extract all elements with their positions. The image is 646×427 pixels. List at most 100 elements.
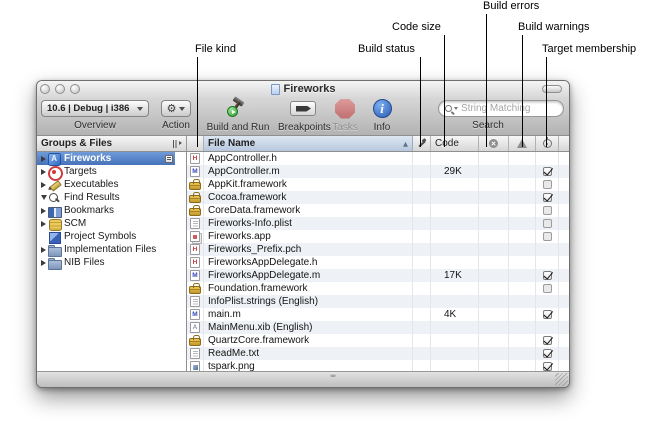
file-kind-cell (187, 165, 204, 178)
sidebar-item[interactable]: Find Results (37, 191, 186, 204)
build-status-column-header[interactable] (413, 136, 431, 151)
table-row[interactable]: main.m 4K (187, 308, 569, 321)
table-row[interactable]: AppKit.framework (187, 178, 569, 191)
sidebar-item-label: Fireworks (64, 153, 111, 164)
xib-file-icon (190, 322, 200, 333)
callout-line-file-kind (197, 57, 198, 147)
table-row[interactable]: InfoPlist.strings (English) (187, 295, 569, 308)
target-checkbox[interactable] (543, 310, 552, 319)
file-kind-column-header[interactable] (187, 136, 204, 151)
sidebar-item[interactable]: Implementation Files (37, 243, 186, 256)
search-input[interactable] (461, 103, 556, 114)
target-checkbox[interactable] (543, 362, 552, 371)
disclosure-triangle-icon[interactable] (39, 169, 48, 175)
build-warnings-cell (509, 204, 536, 217)
target-checkbox[interactable] (543, 180, 552, 189)
plist-file-icon (190, 296, 200, 307)
build-status-cell (413, 204, 431, 217)
column-splitter-icon[interactable] (172, 139, 182, 148)
file-name-cell: tspark.png (204, 360, 413, 371)
table-row[interactable]: tspark.png (187, 360, 569, 371)
target-checkbox[interactable] (543, 219, 552, 228)
build-and-run-button[interactable]: Build and Run (203, 98, 273, 133)
sidebar-item[interactable]: Project Symbols (37, 230, 186, 243)
minimize-button[interactable] (55, 84, 65, 94)
info-icon (373, 99, 392, 118)
target-checkbox[interactable] (543, 232, 552, 241)
table-row[interactable]: Cocoa.framework (187, 191, 569, 204)
gear-icon: ⚙ (167, 103, 177, 114)
callout-line-code-size (444, 35, 445, 147)
target-checkbox[interactable] (543, 284, 552, 293)
build-status-cell (413, 282, 431, 295)
resize-grip[interactable] (555, 373, 568, 386)
info-button[interactable]: Info (366, 98, 398, 133)
build-errors-column-header[interactable] (479, 136, 509, 151)
sidebar-item[interactable]: Bookmarks (37, 204, 186, 217)
table-row[interactable]: Fireworks_Prefix.pch (187, 243, 569, 256)
info-label: Info (366, 122, 398, 133)
code-size-column-header[interactable]: Code (431, 136, 479, 151)
sidebar-item[interactable]: SCM (37, 217, 186, 230)
table-row[interactable]: Foundation.framework (187, 282, 569, 295)
target-checkbox[interactable] (543, 349, 552, 358)
disclosure-triangle-icon[interactable] (39, 195, 48, 200)
table-row[interactable]: FireworksAppDelegate.h (187, 256, 569, 269)
xcode-project-window: Fireworks 10.6 | Debug | i386 Overview ⚙… (36, 80, 570, 388)
disclosure-triangle-icon[interactable] (39, 182, 48, 188)
disclosure-triangle-icon[interactable] (39, 208, 48, 214)
target-checkbox[interactable] (543, 193, 552, 202)
disclosure-triangle-icon[interactable] (39, 260, 48, 266)
table-row[interactable]: AppController.h (187, 152, 569, 165)
table-row[interactable]: Fireworks-Info.plist (187, 217, 569, 230)
title-bar[interactable]: Fireworks (37, 81, 569, 97)
code-size-cell (431, 217, 479, 230)
target-checkbox[interactable] (543, 271, 552, 280)
table-row[interactable]: CoreData.framework (187, 204, 569, 217)
target-membership-cell (536, 178, 559, 191)
file-name-cell: Fireworks_Prefix.pch (204, 243, 413, 256)
target-checkbox[interactable] (543, 167, 552, 176)
build-errors-cell (479, 243, 509, 256)
zoom-button[interactable] (70, 84, 80, 94)
sidebar-item[interactable]: NIB Files (37, 256, 186, 269)
toolbar-toggle-pill[interactable] (542, 85, 562, 93)
action-button[interactable]: ⚙ (161, 100, 191, 117)
file-name-column-header[interactable]: File Name ▲ (204, 136, 413, 151)
overview-popup[interactable]: 10.6 | Debug | i386 (41, 100, 149, 117)
error-icon (489, 139, 498, 148)
target-membership-column-header[interactable] (536, 136, 559, 151)
scrollbar-track (559, 347, 569, 360)
table-row[interactable]: QuartzCore.framework (187, 334, 569, 347)
disclosure-triangle-icon[interactable] (39, 221, 48, 227)
target-checkbox[interactable] (543, 206, 552, 215)
sort-ascending-icon: ▲ (403, 140, 408, 148)
close-button[interactable] (40, 84, 50, 94)
disclosure-triangle-icon[interactable] (39, 247, 48, 253)
disclosure-triangle-icon[interactable] (39, 156, 48, 162)
file-kind-cell (187, 360, 204, 371)
target-checkbox[interactable] (543, 336, 552, 345)
table-row[interactable]: MainMenu.xib (English) (187, 321, 569, 334)
sidebar-item[interactable]: Fireworks (37, 152, 186, 165)
table-row[interactable]: AppController.m 29K (187, 165, 569, 178)
file-kind-cell (187, 230, 204, 243)
table-row[interactable]: ReadMe.txt (187, 347, 569, 360)
target-membership-cell (536, 334, 559, 347)
search-menu-arrow-icon[interactable] (454, 107, 458, 110)
sidebar-item[interactable]: Targets (37, 165, 186, 178)
breakpoints-button[interactable]: Breakpoints (278, 98, 328, 133)
pane-splitter-handle[interactable] (330, 373, 336, 377)
file-kind-cell (187, 295, 204, 308)
tasks-button[interactable]: Tasks (329, 98, 361, 133)
file-kind-cell (187, 152, 204, 165)
table-row[interactable]: Fireworks.app (187, 230, 569, 243)
table-row[interactable]: FireworksAppDelegate.m 17K (187, 269, 569, 282)
sidebar-item[interactable]: Executables (37, 178, 186, 191)
target-membership-cell (536, 217, 559, 230)
target-membership-cell (536, 360, 559, 371)
build-errors-cell (479, 178, 509, 191)
sidebar-item-label: Executables (64, 179, 118, 190)
groups-and-files-header[interactable]: Groups & Files (37, 136, 187, 151)
code-size-cell (431, 282, 479, 295)
